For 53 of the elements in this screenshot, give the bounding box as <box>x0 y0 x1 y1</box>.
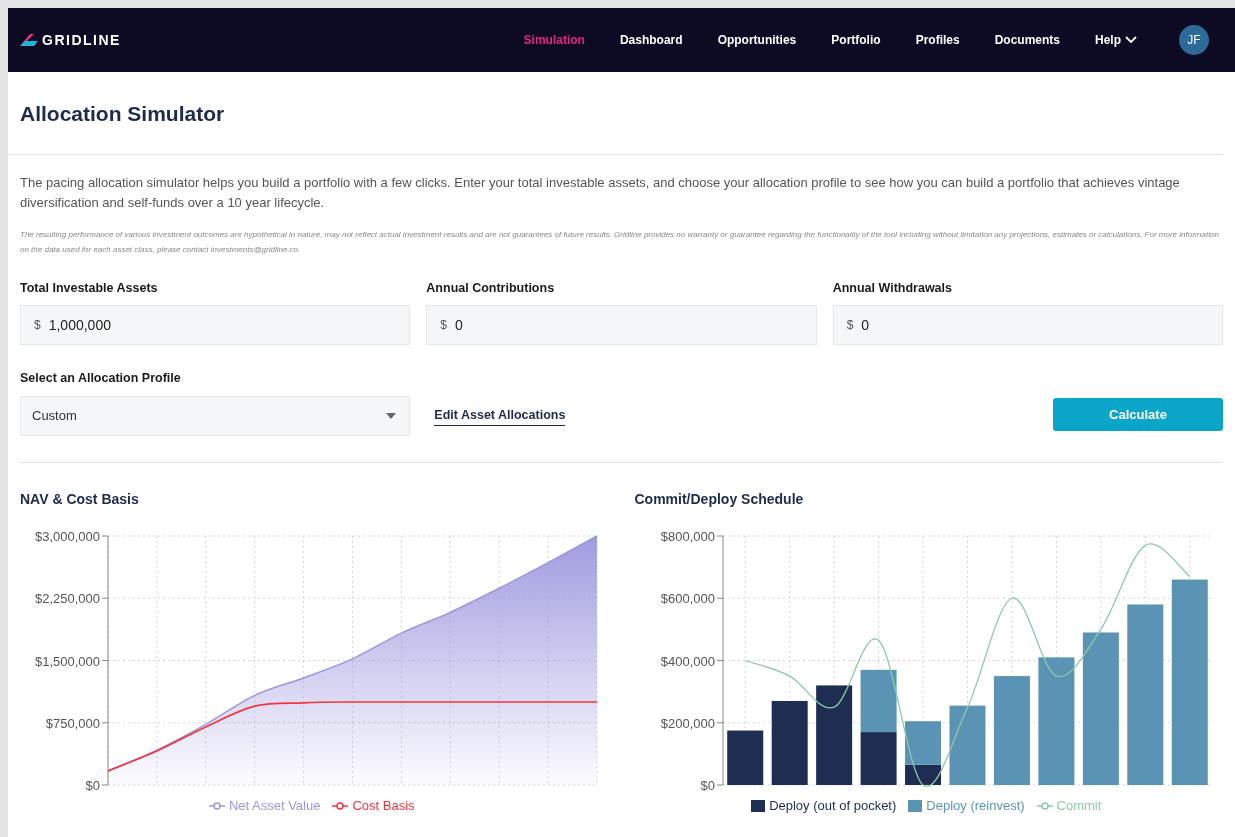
field-label: Total Investable Assets <box>20 279 159 297</box>
amount-field[interactable]: $ 0 <box>832 305 1223 346</box>
bar <box>860 669 897 733</box>
chevron-down-icon <box>1125 36 1137 44</box>
user-avatar[interactable]: JF <box>1179 25 1209 55</box>
axis-label: $0 <box>700 778 715 793</box>
nav-link[interactable]: Profiles <box>915 31 960 49</box>
field-value: 0 <box>455 315 463 335</box>
currency-prefix: $ <box>34 317 41 335</box>
nav-link[interactable]: Help <box>1095 31 1137 49</box>
chart-title: NAV & Cost Basis <box>20 490 140 509</box>
axis-label: $600,000 <box>660 591 715 607</box>
legend-line-icon <box>332 801 349 810</box>
axis-label: $0 <box>85 778 100 793</box>
nav-link[interactable]: Dashboard <box>619 31 683 49</box>
legend-label[interactable]: Cost Basis <box>352 796 415 816</box>
legend-swatch-icon <box>751 799 766 812</box>
axis-label: $800,000 <box>660 529 715 544</box>
profile-select[interactable]: Custom <box>20 396 411 436</box>
nav-link[interactable]: Simulation <box>523 31 585 49</box>
edit-allocations-link[interactable]: Edit Asset Allocations <box>434 406 566 426</box>
legend-line-icon <box>208 801 225 810</box>
axis-label: $2,250,000 <box>34 591 100 607</box>
amount-field[interactable]: $ 1,000,000 <box>20 305 411 346</box>
legend-label[interactable]: Deploy (reinvest) <box>926 796 1025 816</box>
page-title: Allocation Simulator <box>20 101 226 127</box>
axis-label: $200,000 <box>660 715 715 731</box>
field-label: Select an Allocation Profile <box>20 370 182 388</box>
field-value: 0 <box>861 315 870 335</box>
legend-label[interactable]: Deploy (out of pocket) <box>769 796 897 816</box>
legend-line-icon <box>1036 801 1053 810</box>
currency-prefix: $ <box>846 317 854 335</box>
currency-prefix: $ <box>440 317 447 335</box>
dropdown-caret-icon <box>386 413 397 419</box>
amount-field[interactable]: $ 0 <box>426 305 817 346</box>
chart-title: Commit/Deploy Schedule <box>634 490 805 509</box>
nav-link[interactable]: Portfolio <box>831 31 881 49</box>
field-label: Annual Contributions <box>426 279 556 297</box>
bar <box>726 730 763 785</box>
nav-link[interactable]: Opportunities <box>717 31 797 49</box>
axis-label: $750,000 <box>45 715 100 731</box>
field-value: 1,000,000 <box>48 315 111 335</box>
logo-icon <box>20 34 38 46</box>
logo-text: GRIDLINE <box>42 30 121 50</box>
axis-label: $3,000,000 <box>34 529 100 544</box>
description-text: The pacing allocation simulator helps you build a portfolio with a few clicks. Enter your total investable assets, and choose your allocation profile to see how you can build a portfolio that achieves vintage diversification and self-funds over a 10 year lifecycle. <box>20 173 1181 212</box>
axis-label: $400,000 <box>660 653 715 669</box>
nav-link[interactable]: Documents <box>994 31 1060 49</box>
field-label: Annual Withdrawals <box>832 279 953 297</box>
axis-label: $1,500,000 <box>34 653 100 669</box>
bar <box>860 732 897 785</box>
disclaimer-text: The resulting performance of various investment outcomes are hypothetical in nature, may not reflect actual investment results and are not guarantees of future results. Gridline provides no warranty or guarantee regarding the functionality of the tool including without limitation any projections, estimates or calculations. For more information on the data used for each asset class, please contact investments@gridline.co. <box>20 228 1220 256</box>
legend-swatch-icon <box>908 799 923 812</box>
